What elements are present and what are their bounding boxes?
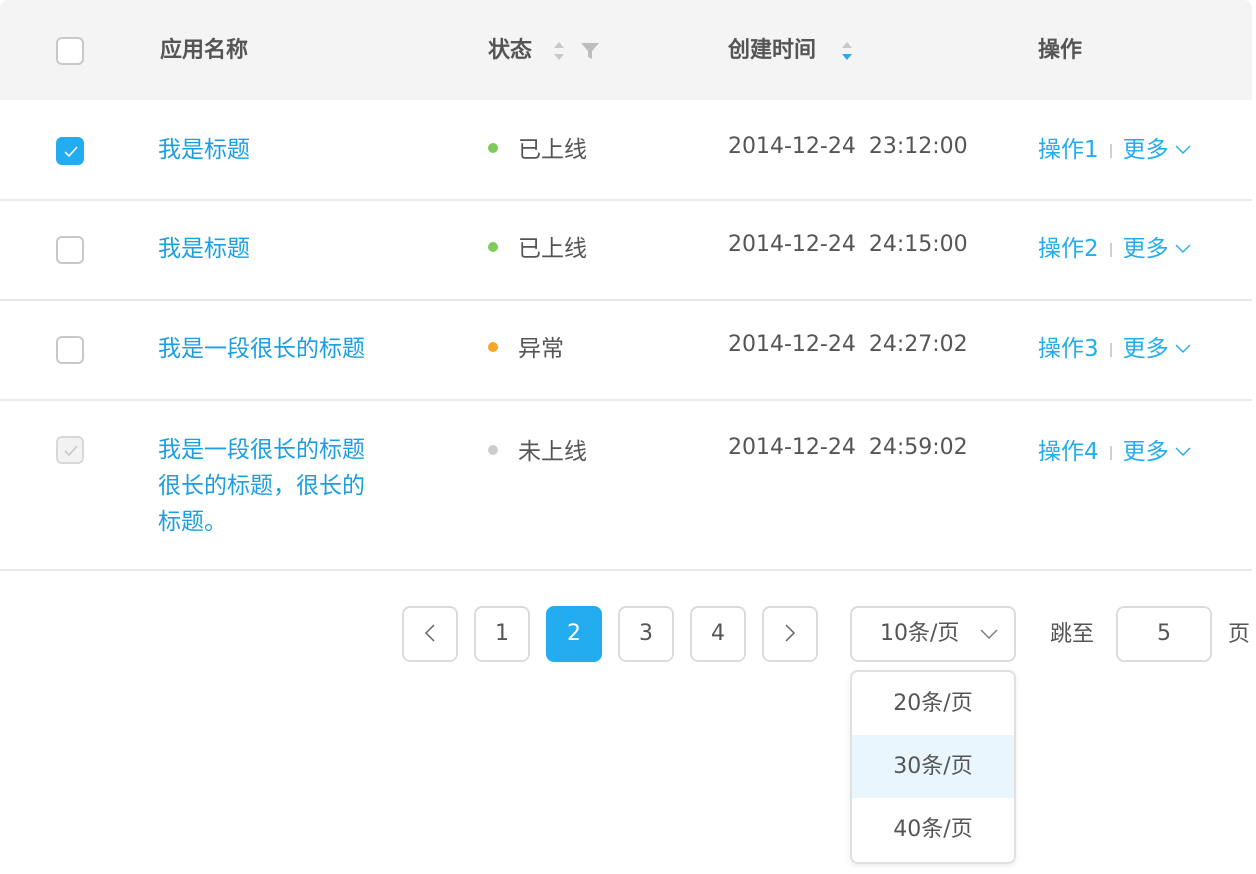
page-size-select[interactable]: 10条/页 — [850, 606, 1016, 662]
column-header-status-label: 状态 — [488, 38, 533, 63]
page-size-option[interactable]: 20条/页 — [852, 672, 1014, 735]
status-text: 未上线 — [518, 439, 587, 465]
app-name-link[interactable]: 我是一段很长的标题 很长的标题，很长的 标题。 — [158, 432, 398, 540]
chevron-down-icon[interactable] — [1175, 447, 1191, 457]
ops-cell: 操作4 更多 — [1038, 434, 1191, 470]
row-checkbox[interactable] — [56, 236, 84, 264]
jump-label: 跳至 — [1050, 622, 1095, 647]
table-row: 我是一段很长的标题 很长的标题，很长的 标题。 未上线 2014-12-24 2… — [0, 401, 1252, 571]
op-link[interactable]: 操作2 — [1038, 236, 1099, 262]
page-button[interactable]: 3 — [618, 606, 674, 662]
chevron-down-icon[interactable] — [1175, 244, 1191, 254]
sort-icon[interactable] — [552, 40, 566, 62]
page-button-current[interactable]: 2 — [546, 606, 602, 662]
created-time: 2014-12-24 24:59:02 — [728, 435, 968, 460]
prev-page-button[interactable] — [402, 606, 458, 662]
op-link[interactable]: 操作4 — [1038, 439, 1099, 465]
status-cell: 已上线 — [488, 132, 587, 168]
table-row: 我是标题 已上线 2014-12-24 24:15:00 操作2 更多 — [0, 201, 1252, 301]
status-dot — [488, 445, 498, 455]
more-link[interactable]: 更多 — [1123, 236, 1169, 262]
status-cell: 异常 — [488, 331, 564, 367]
status-text: 异常 — [518, 336, 564, 362]
status-dot — [488, 342, 498, 352]
app-name-link[interactable]: 我是标题 — [158, 231, 250, 267]
page-button[interactable]: 1 — [474, 606, 530, 662]
more-link[interactable]: 更多 — [1123, 439, 1169, 465]
table-row: 我是标题 已上线 2014-12-24 23:12:00 操作1 更多 — [0, 100, 1252, 201]
column-header-status: 状态 — [488, 36, 532, 66]
chevron-down-icon[interactable] — [1175, 145, 1191, 155]
column-header-ops: 操作 — [1038, 38, 1083, 63]
row-checkbox-disabled — [56, 436, 84, 464]
status-dot — [488, 242, 498, 252]
divider — [1109, 446, 1112, 460]
app-name-line: 我是一段很长的标题 — [158, 437, 365, 463]
table-header: 应用名称 状态 创建时间 操作 — [0, 0, 1252, 100]
select-all-checkbox[interactable] — [56, 37, 84, 65]
page-size-option[interactable]: 40条/页 — [852, 798, 1014, 861]
status-text: 已上线 — [518, 236, 587, 262]
jump-suffix: 页 — [1228, 622, 1251, 647]
app-name-line: 标题。 — [158, 509, 227, 535]
created-time: 2014-12-24 24:27:02 — [728, 332, 968, 357]
created-time: 2014-12-24 23:12:00 — [728, 134, 968, 159]
jump-page-input[interactable]: 5 — [1116, 606, 1212, 662]
status-dot — [488, 143, 498, 153]
created-time: 2014-12-24 24:15:00 — [728, 232, 968, 257]
chevron-down-icon — [980, 629, 998, 639]
row-checkbox[interactable] — [56, 137, 84, 165]
more-link[interactable]: 更多 — [1123, 137, 1169, 163]
check-icon — [64, 146, 78, 158]
divider — [1109, 343, 1112, 357]
ops-cell: 操作3 更多 — [1038, 331, 1191, 367]
status-text: 已上线 — [518, 137, 587, 163]
chevron-right-icon — [785, 624, 796, 642]
row-checkbox[interactable] — [56, 336, 84, 364]
status-cell: 已上线 — [488, 231, 587, 267]
column-header-created: 创建时间 — [728, 38, 817, 63]
chevron-down-icon[interactable] — [1175, 344, 1191, 354]
page-size-value: 10条/页 — [880, 621, 960, 646]
next-page-button[interactable] — [762, 606, 818, 662]
filter-icon[interactable] — [580, 41, 600, 61]
divider — [1109, 243, 1112, 257]
page-size-option-highlighted[interactable]: 30条/页 — [852, 735, 1014, 798]
op-link[interactable]: 操作3 — [1038, 336, 1099, 362]
page-button[interactable]: 4 — [690, 606, 746, 662]
table-row: 我是一段很长的标题 异常 2014-12-24 24:27:02 操作3 更多 — [0, 301, 1252, 401]
page-size-dropdown: 20条/页 30条/页 40条/页 — [850, 670, 1016, 864]
app-name-link[interactable]: 我是标题 — [158, 132, 250, 168]
op-link[interactable]: 操作1 — [1038, 137, 1099, 163]
app-name-link[interactable]: 我是一段很长的标题 — [158, 331, 365, 367]
ops-cell: 操作1 更多 — [1038, 132, 1191, 168]
app-name-line: 很长的标题，很长的 — [158, 473, 365, 499]
chevron-left-icon — [424, 624, 435, 642]
check-icon — [64, 445, 78, 457]
ops-cell: 操作2 更多 — [1038, 231, 1191, 267]
divider — [1109, 144, 1112, 158]
sort-desc-icon[interactable] — [840, 40, 854, 62]
column-header-name: 应用名称 — [160, 38, 249, 63]
more-link[interactable]: 更多 — [1123, 336, 1169, 362]
status-cell: 未上线 — [488, 434, 587, 470]
